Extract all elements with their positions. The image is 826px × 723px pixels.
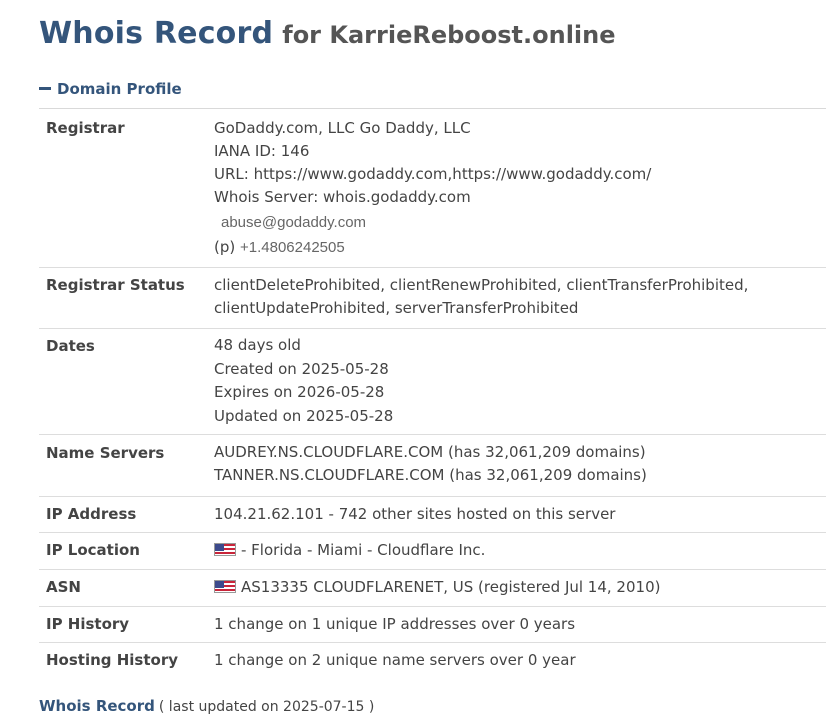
ip-address-value: 104.21.62.101 - 742 other sites hosted o… xyxy=(214,503,615,526)
registrar-status-label: Registrar Status xyxy=(46,276,185,294)
ip-location-text: - Florida - Miami - Cloudflare Inc. xyxy=(241,541,486,559)
asn-label: ASN xyxy=(46,578,81,596)
name-servers-value: AUDREY.NS.CLOUDFLARE.COM (has 32,061,209… xyxy=(214,441,647,487)
ip-address-text: 104.21.62.101 - 742 other sites hosted o… xyxy=(214,505,616,523)
table-row-hosting-history: Hosting History 1 change on 2 unique nam… xyxy=(39,643,826,679)
table-row-registrar-status: Registrar Status clientDeleteProhibited,… xyxy=(39,268,826,329)
name-servers-label: Name Servers xyxy=(46,444,165,462)
us-flag-icon xyxy=(214,543,236,556)
us-flag-icon xyxy=(214,580,236,593)
hosting-history-value: 1 change on 2 unique name servers over 0… xyxy=(214,649,576,672)
last-updated-note: ( last updated on 2025-07-15 ) xyxy=(158,699,375,715)
asn-value: AS13335 CLOUDFLARENET, US (registered Ju… xyxy=(214,576,660,599)
status-line-2: clientUpdateProhibited, serverTransferPr… xyxy=(214,299,579,317)
table-row-ip-history: IP History 1 change on 1 unique IP addre… xyxy=(39,607,826,643)
registrar-status-value: clientDeleteProhibited, clientRenewProhi… xyxy=(214,274,748,320)
table-row-ip-address: IP Address 104.21.62.101 - 742 other sit… xyxy=(39,497,826,533)
domain-profile-table: Registrar GoDaddy.com, LLC Go Daddy, LLC… xyxy=(39,108,826,679)
registrar-value: GoDaddy.com, LLC Go Daddy, LLC IANA ID: … xyxy=(214,117,651,261)
domain-profile-label: Domain Profile xyxy=(57,80,182,98)
page-title-domain: for KarrieReboost.online xyxy=(282,21,616,49)
page-title: Whois Record for KarrieReboost.online xyxy=(39,16,616,51)
registrar-label: Registrar xyxy=(46,119,125,137)
ip-history-label: IP History xyxy=(46,615,130,633)
asn-text: AS13335 CLOUDFLARENET, US (registered Ju… xyxy=(241,578,661,596)
status-line-1: clientDeleteProhibited, clientRenewProhi… xyxy=(214,276,749,294)
table-row-asn: ASN AS13335 CLOUDFLARENET, US (registere… xyxy=(39,570,826,607)
registrar-abuse-email: abuse@godaddy.com xyxy=(221,214,367,231)
ip-location-value: - Florida - Miami - Cloudflare Inc. xyxy=(214,539,485,562)
registrar-url: URL: https://www.godaddy.com,https://www… xyxy=(214,165,652,183)
table-row-name-servers: Name Servers AUDREY.NS.CLOUDFLARE.COM (h… xyxy=(39,435,826,497)
created-date: Created on 2025-05-28 xyxy=(214,359,389,378)
domain-age: 48 days old xyxy=(214,336,301,354)
ip-location-label: IP Location xyxy=(46,541,140,559)
collapse-minus-icon xyxy=(39,86,51,90)
phone-prefix: (p) xyxy=(214,238,236,256)
table-row-registrar: Registrar GoDaddy.com, LLC Go Daddy, LLC… xyxy=(39,109,826,268)
table-row-ip-location: IP Location - Florida - Miami - Cloudfla… xyxy=(39,533,826,570)
expires-date: Expires on 2026-05-28 xyxy=(214,383,385,401)
whois-record-footer: Whois Record( last updated on 2025-07-15… xyxy=(39,697,374,715)
domain-profile-toggle[interactable]: Domain Profile xyxy=(39,80,182,98)
registrar-phone-line: (p) +1.4806242505 xyxy=(214,234,651,261)
registrar-name: GoDaddy.com, LLC Go Daddy, LLC xyxy=(214,119,471,137)
ip-history-text: 1 change on 1 unique IP addresses over 0… xyxy=(214,615,576,633)
name-server-1: AUDREY.NS.CLOUDFLARE.COM (has 32,061,209… xyxy=(214,443,646,461)
updated-date: Updated on 2025-05-28 xyxy=(214,406,394,425)
page-title-main: Whois Record xyxy=(39,16,274,51)
hosting-history-label: Hosting History xyxy=(46,651,179,669)
dates-value: 48 days old Created on 2025-05-28 Expire… xyxy=(214,334,393,428)
whois-record-link[interactable]: Whois Record xyxy=(39,697,155,715)
hosting-history-text: 1 change on 2 unique name servers over 0… xyxy=(214,651,576,669)
ip-address-label: IP Address xyxy=(46,505,137,523)
registrar-iana: IANA ID: 146 xyxy=(214,142,310,160)
ip-history-value: 1 change on 1 unique IP addresses over 0… xyxy=(214,613,575,636)
dates-label: Dates xyxy=(46,337,95,355)
registrar-phone: +1.4806242505 xyxy=(240,239,345,256)
name-server-2: TANNER.NS.CLOUDFLARE.COM (has 32,061,209… xyxy=(214,466,647,484)
registrar-whois-server: Whois Server: whois.godaddy.com xyxy=(214,188,471,206)
table-row-dates: Dates 48 days old Created on 2025-05-28 … xyxy=(39,329,826,435)
